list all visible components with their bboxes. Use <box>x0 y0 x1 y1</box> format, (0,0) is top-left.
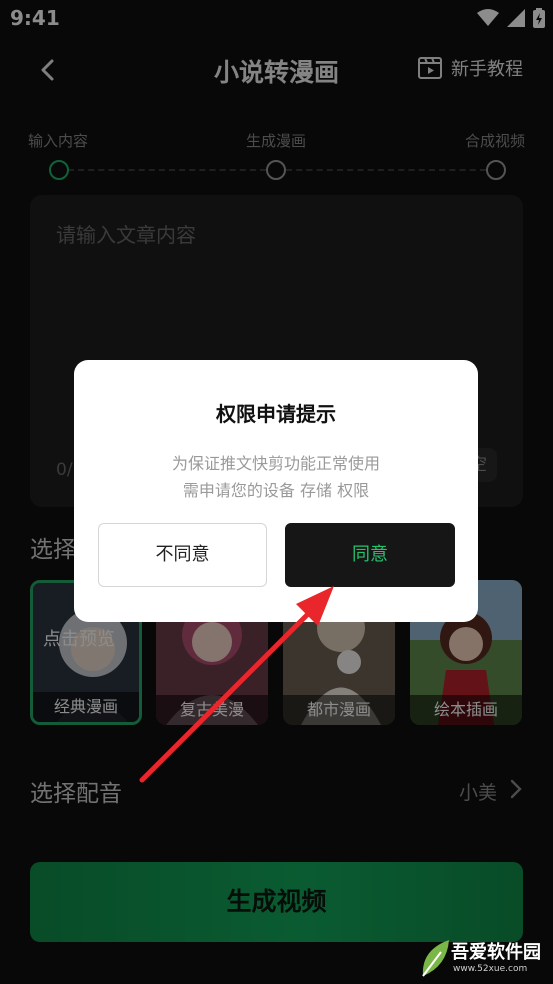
watermark-url: www.52xue.com <box>453 964 528 974</box>
agree-button[interactable]: 同意 <box>285 523 455 587</box>
leaf-logo-icon <box>422 940 449 977</box>
watermark-logo: 吾爱软件园 www.52xue.com <box>419 934 549 982</box>
dialog-message-line1: 为保证推文快剪功能正常使用 <box>171 454 380 473</box>
dialog-message: 为保证推文快剪功能正常使用 需申请您的设备 存储 权限 <box>74 450 478 504</box>
watermark-text: 吾爱软件园 <box>451 942 541 963</box>
permission-dialog: 权限申请提示 为保证推文快剪功能正常使用 需申请您的设备 存储 权限 不同意 同… <box>74 360 478 622</box>
disagree-button[interactable]: 不同意 <box>98 523 267 587</box>
dialog-message-line2: 需申请您的设备 存储 权限 <box>182 481 370 500</box>
dialog-title: 权限申请提示 <box>216 402 336 426</box>
